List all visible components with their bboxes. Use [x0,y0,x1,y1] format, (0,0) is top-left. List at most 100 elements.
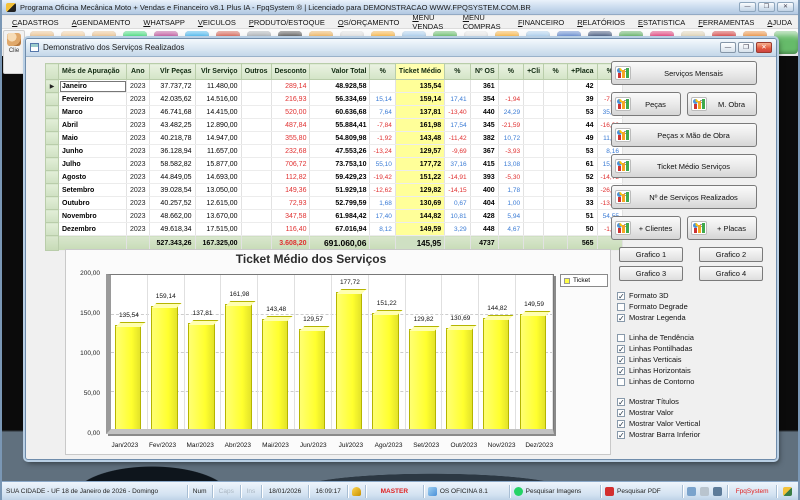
child-maximize-button[interactable]: ❐ [738,42,754,53]
checkbox-box[interactable]: ✓ [617,430,625,439]
chart-bar[interactable] [225,304,252,429]
menu-item-agendamento[interactable]: AGENDAMENTO [66,17,137,28]
checkbox-mostrar-legenda[interactable]: ✓ Mostrar Legenda [617,312,773,323]
table-row[interactable]: Junho 2023 36.128,94 11.657,00 232,68 47.553,… [45,144,623,158]
child-window-titlebar[interactable]: Demonstrativo dos Serviços Realizados — … [26,39,776,57]
row-selector[interactable] [45,183,59,197]
chart-bar[interactable] [335,292,363,429]
chart-bar[interactable] [446,328,473,429]
chart-bar[interactable] [151,306,178,429]
checkbox-linhas-horizontais[interactable]: ✓ Linhas Horizontais [617,365,773,376]
checkbox-box[interactable]: ✓ [617,397,625,406]
checkbox-box[interactable]: ✓ [617,408,625,417]
table-row[interactable]: Dezembro 2023 49.618,34 17.515,00 116,40 67.0… [45,222,623,236]
checkbox-box[interactable]: ✓ [617,344,625,353]
checkbox-box[interactable]: ✓ [617,366,625,375]
menu-item-veiculos[interactable]: VEICULOS [192,17,242,28]
chart-bar[interactable] [114,324,142,429]
chart-bar[interactable] [482,317,510,429]
checkbox-box[interactable] [617,333,625,342]
chart-bar[interactable] [298,329,326,429]
n-de-servi-os-realizados-button[interactable]: Nº de Serviços Realizados [611,185,757,209]
table-row[interactable]: Setembro 2023 39.028,54 13.050,00 149,36 51.9… [45,183,623,197]
placas-button[interactable]: + Placas [687,216,757,240]
chart-bar[interactable] [372,312,399,429]
checkbox-mostrar-t-tulos[interactable]: ✓ Mostrar Títulos [617,396,773,407]
pe-as-button[interactable]: Peças [611,92,681,116]
menu-item-whatsapp[interactable]: WHATSAPP [137,17,191,28]
table-row[interactable]: Agosto 2023 44.849,05 14.693,00 112,82 59.429… [45,170,623,184]
checkbox-linhas-de-contorno[interactable]: Linhas de Contorno [617,376,773,387]
checkbox-box[interactable]: ✓ [617,291,625,300]
checkbox-box[interactable] [617,377,625,386]
cell-placa: 33 [567,196,598,210]
maximize-button[interactable]: ❐ [758,2,775,12]
grafico-2-button[interactable]: Grafico 2 [699,247,763,262]
checkbox-box[interactable]: ✓ [617,419,625,428]
close-button[interactable]: ✕ [777,2,794,12]
printer-status-icon[interactable] [700,486,710,496]
checkbox-formato-degrade[interactable]: Formato Degrade [617,301,773,312]
servi-os-mensais-button[interactable]: Serviços Mensais [611,61,757,85]
checkbox-linha-de-tend-ncia[interactable]: Linha de Tendência [617,332,773,343]
row-selector[interactable]: ▶ [45,79,59,93]
search-images-button[interactable]: Pesquisar Imagens [510,484,602,498]
grafico-3-button[interactable]: Grafico 3 [619,266,683,281]
menu-item-relat-rios[interactable]: RELATÓRIOS [571,17,631,28]
table-row[interactable]: Outubro 2023 40.257,52 12.615,00 72,93 52.799… [45,196,623,210]
search-pdf-button[interactable]: Pesquisar PDF [601,484,684,498]
table-row[interactable]: Fevereiro 2023 42.035,62 14.516,00 216,93 56.… [45,92,623,106]
checkbox-mostrar-barra-inferior[interactable]: ✓ Mostrar Barra Inferior [617,429,773,440]
ticket-m-dio-servi-os-button[interactable]: Ticket Médio Serviços [611,154,757,178]
checkbox-mostrar-valor-vertical[interactable]: ✓ Mostrar Valor Vertical [617,418,773,429]
menu-item-financeiro[interactable]: FINANCEIRO [512,17,570,28]
row-selector[interactable] [45,209,59,223]
row-selector[interactable] [45,105,59,119]
table-row[interactable]: Julho 2023 58.582,82 15.877,00 706,72 73.753,… [45,157,623,171]
checkbox-box[interactable]: ✓ [617,313,625,322]
row-selector[interactable] [45,118,59,132]
row-selector[interactable] [45,222,59,236]
table-row[interactable]: Novembro 2023 48.662,00 13.670,00 347,58 61.9… [45,209,623,223]
menu-item-ajuda[interactable]: AJUDA [761,17,798,28]
child-minimize-button[interactable]: — [720,42,736,53]
toolbar-exit-icon[interactable] [774,31,798,54]
checkbox-box[interactable] [617,302,625,311]
row-selector[interactable] [45,196,59,210]
grafico-1-button[interactable]: Grafico 1 [619,247,683,262]
row-selector[interactable] [45,144,59,158]
row-selector[interactable] [45,157,59,171]
child-close-button[interactable]: ✕ [756,42,772,53]
minimize-button[interactable]: — [739,2,756,12]
table-row[interactable]: Abril 2023 43.482,25 12.890,00 487,84 55.884,… [45,118,623,132]
book-status-icon[interactable] [687,486,697,496]
row-selector[interactable] [45,131,59,145]
menu-item-ferramentas[interactable]: FERRAMENTAS [692,17,760,28]
checkbox-linhas-pontilhadas[interactable]: ✓ Linhas Pontilhadas [617,343,773,354]
menu-item-cadastros[interactable]: CADASTROS [6,17,65,28]
menu-item-estatistica[interactable]: ESTATISTICA [632,17,691,28]
chart-bar[interactable] [409,329,436,429]
table-row[interactable]: ▶ Janeiro 2023 37.737,72 11.480,00 289,14 48.9… [45,79,623,93]
checkbox-linhas-verticais[interactable]: ✓ Linhas Verticais [617,354,773,365]
checkbox-mostrar-valor[interactable]: ✓ Mostrar Valor [617,407,773,418]
chart-bar[interactable] [519,313,547,429]
menu-item-os-or-amento[interactable]: OS/ORÇAMENTO [332,17,406,28]
toolbar-icon-clients-vertical[interactable]: Clie [3,30,25,74]
monitor-status-icon[interactable] [713,486,723,496]
x-axis-label: Abr/2023 [224,442,252,449]
checkbox-box[interactable]: ✓ [617,355,625,364]
row-selector[interactable] [45,92,59,106]
clientes-button[interactable]: + Clientes [611,216,681,240]
bar-value-label: 159,14 [155,293,176,301]
row-selector[interactable] [45,170,59,184]
m-obra-button[interactable]: M. Obra [687,92,757,116]
table-row[interactable]: Marco 2023 46.741,68 14.415,00 520,00 60.636,… [45,105,623,119]
menu-item-produto-estoque[interactable]: PRODUTO/ESTOQUE [243,17,331,28]
checkbox-formato-3d[interactable]: ✓ Formato 3D [617,290,773,301]
chart-bar[interactable] [188,322,215,429]
table-row[interactable]: Maio 2023 40.218,78 14.947,00 355,80 54.809,9… [45,131,623,145]
chart-bar[interactable] [261,318,289,429]
pe-as-x-m-o-de-obra-button[interactable]: Peças x Mão de Obra [611,123,757,147]
grafico-4-button[interactable]: Grafico 4 [699,266,763,281]
